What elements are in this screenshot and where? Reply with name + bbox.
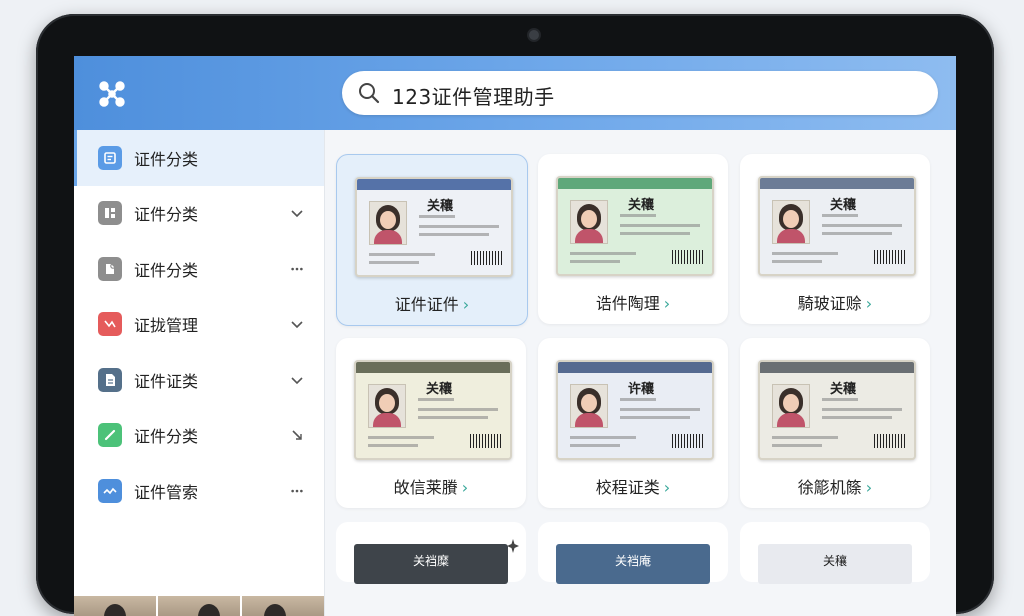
certificate-card[interactable]: 关穰 徐簓机篨 › [740, 338, 930, 508]
id-card-name: 关裆糜 [412, 554, 449, 568]
photo-thumbnail[interactable] [242, 596, 324, 616]
sidebar-item-category-3[interactable]: 证件分类 [74, 241, 324, 297]
barcode [874, 250, 906, 264]
barcode [874, 434, 906, 448]
id-card-name: 关穰 [830, 382, 857, 397]
id-card-band [760, 178, 914, 189]
barcode [470, 434, 502, 448]
sidebar-item-label: 证拢管理 [134, 316, 199, 336]
barcode [672, 434, 704, 448]
id-card-name: 关穰 [628, 198, 655, 213]
card-title[interactable]: 敀信莱賸 › [336, 474, 526, 498]
id-card-band [356, 362, 510, 373]
certificate-card[interactable]: 关穰 騎玻证赊 › [740, 154, 930, 324]
id-card-image: 关穰 [355, 177, 513, 277]
card-title[interactable]: 证件证件 › [337, 291, 527, 315]
id-card-name: 关穰 [426, 382, 453, 397]
network-logo-icon[interactable] [96, 78, 128, 110]
chevron-down-icon[interactable] [290, 206, 304, 220]
id-card-name: 关穰 [427, 199, 454, 214]
chevron-right-icon: › [461, 478, 469, 497]
portrait-photo [772, 384, 810, 428]
portrait-photo [570, 200, 608, 244]
sidebar-item-label: 证件分类 [134, 149, 199, 169]
chevron-down-icon[interactable] [290, 373, 304, 387]
search-icon [359, 83, 380, 104]
photo-thumbnail[interactable] [74, 596, 156, 616]
sidebar-item-category-2[interactable]: 证件分类 [74, 186, 324, 242]
certificate-card[interactable]: 关裆庵 [538, 522, 728, 584]
chevron-right-icon: › [865, 294, 873, 313]
portrait-photo [772, 200, 810, 244]
id-card-name: 关裆庵 [614, 554, 651, 568]
id-card-band [760, 362, 914, 373]
shuffle-icon [98, 312, 122, 337]
sidebar-item-label: 证件管索 [134, 482, 199, 502]
chevron-down-icon[interactable] [290, 317, 304, 331]
sparkle-icon [507, 539, 519, 553]
grid-icon [98, 201, 122, 226]
certificate-card[interactable]: 关穰 证件证件 › [336, 154, 528, 326]
sidebar-item-management[interactable]: 证拢管理 [74, 297, 324, 353]
id-card-band [357, 179, 511, 190]
chevron-right-icon: › [663, 478, 671, 497]
barcode [471, 251, 503, 265]
photo-strip [74, 596, 324, 616]
id-card-image: 许穰 [556, 360, 714, 460]
more-icon[interactable] [290, 262, 304, 276]
sidebar-item-label: 证件分类 [134, 205, 199, 225]
tablet-frame: 123证件管理助手 证件分类 证件分类 证件分类 证拢管理 证件证类 证件分类 … [36, 14, 994, 616]
id-card-image: 关穰 [758, 544, 912, 584]
card-title[interactable]: 校程证类 › [538, 474, 728, 498]
chevron-right-icon: › [663, 294, 671, 313]
certificate-card[interactable]: 关裆糜 [336, 522, 526, 584]
id-card-name: 许穰 [628, 382, 655, 397]
certificate-card[interactable]: 关穰 敀信莱賸 › [336, 338, 526, 508]
barcode [672, 250, 704, 264]
sidebar-item-label: 证件证类 [134, 371, 199, 391]
certificate-card[interactable]: 许穰 校程证类 › [538, 338, 728, 508]
header-bar: 123证件管理助手 [74, 56, 956, 130]
more-icon[interactable] [290, 484, 304, 498]
wave-icon [98, 478, 122, 503]
id-card-image: 关穰 [354, 360, 512, 460]
card-title[interactable]: 徐簓机篨 › [740, 474, 930, 498]
sidebar: 证件分类 证件分类 证件分类 证拢管理 证件证类 证件分类 证件管索 [74, 130, 325, 616]
portrait-photo [570, 384, 608, 428]
page-icon [98, 367, 122, 392]
search-bar[interactable]: 123证件管理助手 [342, 71, 938, 115]
link-icon [98, 423, 122, 448]
search-input[interactable]: 123证件管理助手 [392, 81, 555, 110]
id-card-image: 关裆糜 [354, 544, 508, 584]
sidebar-item-certificate-type[interactable]: 证件证类 [74, 352, 324, 408]
card-title[interactable]: 诰件陶理 › [538, 290, 728, 314]
camera-dot [529, 30, 539, 40]
sidebar-item-label: 证件分类 [134, 260, 199, 280]
id-card-image: 关裆庵 [556, 544, 710, 584]
certificate-card[interactable]: 关穰 诰件陶理 › [538, 154, 728, 324]
id-card-image: 关穰 [758, 176, 916, 276]
sidebar-item-category-4[interactable]: 证件分类 [74, 408, 324, 464]
id-card-band [558, 178, 712, 189]
photo-thumbnail[interactable] [158, 596, 240, 616]
id-card-image: 关穰 [758, 360, 916, 460]
chevron-right-icon: › [462, 295, 470, 314]
id-card-name: 关穰 [830, 198, 857, 213]
portrait-photo [368, 384, 406, 428]
sidebar-item-category-1[interactable]: 证件分类 [74, 130, 324, 186]
chevron-right-icon: › [865, 478, 873, 497]
document-icon [98, 145, 122, 170]
collapse-arrow-icon[interactable] [290, 428, 304, 442]
id-card-band [558, 362, 712, 373]
sidebar-item-label: 证件分类 [134, 427, 199, 447]
portrait-photo [369, 201, 407, 245]
app-screen: 123证件管理助手 证件分类 证件分类 证件分类 证拢管理 证件证类 证件分类 … [74, 56, 956, 616]
file-refresh-icon [98, 256, 122, 281]
id-card-image: 关穰 [556, 176, 714, 276]
card-title[interactable]: 騎玻证赊 › [740, 290, 930, 314]
certificate-card[interactable]: 关穰 [740, 522, 930, 584]
sidebar-item-search[interactable]: 证件管索 [74, 463, 324, 519]
id-card-name: 关穰 [822, 554, 847, 568]
